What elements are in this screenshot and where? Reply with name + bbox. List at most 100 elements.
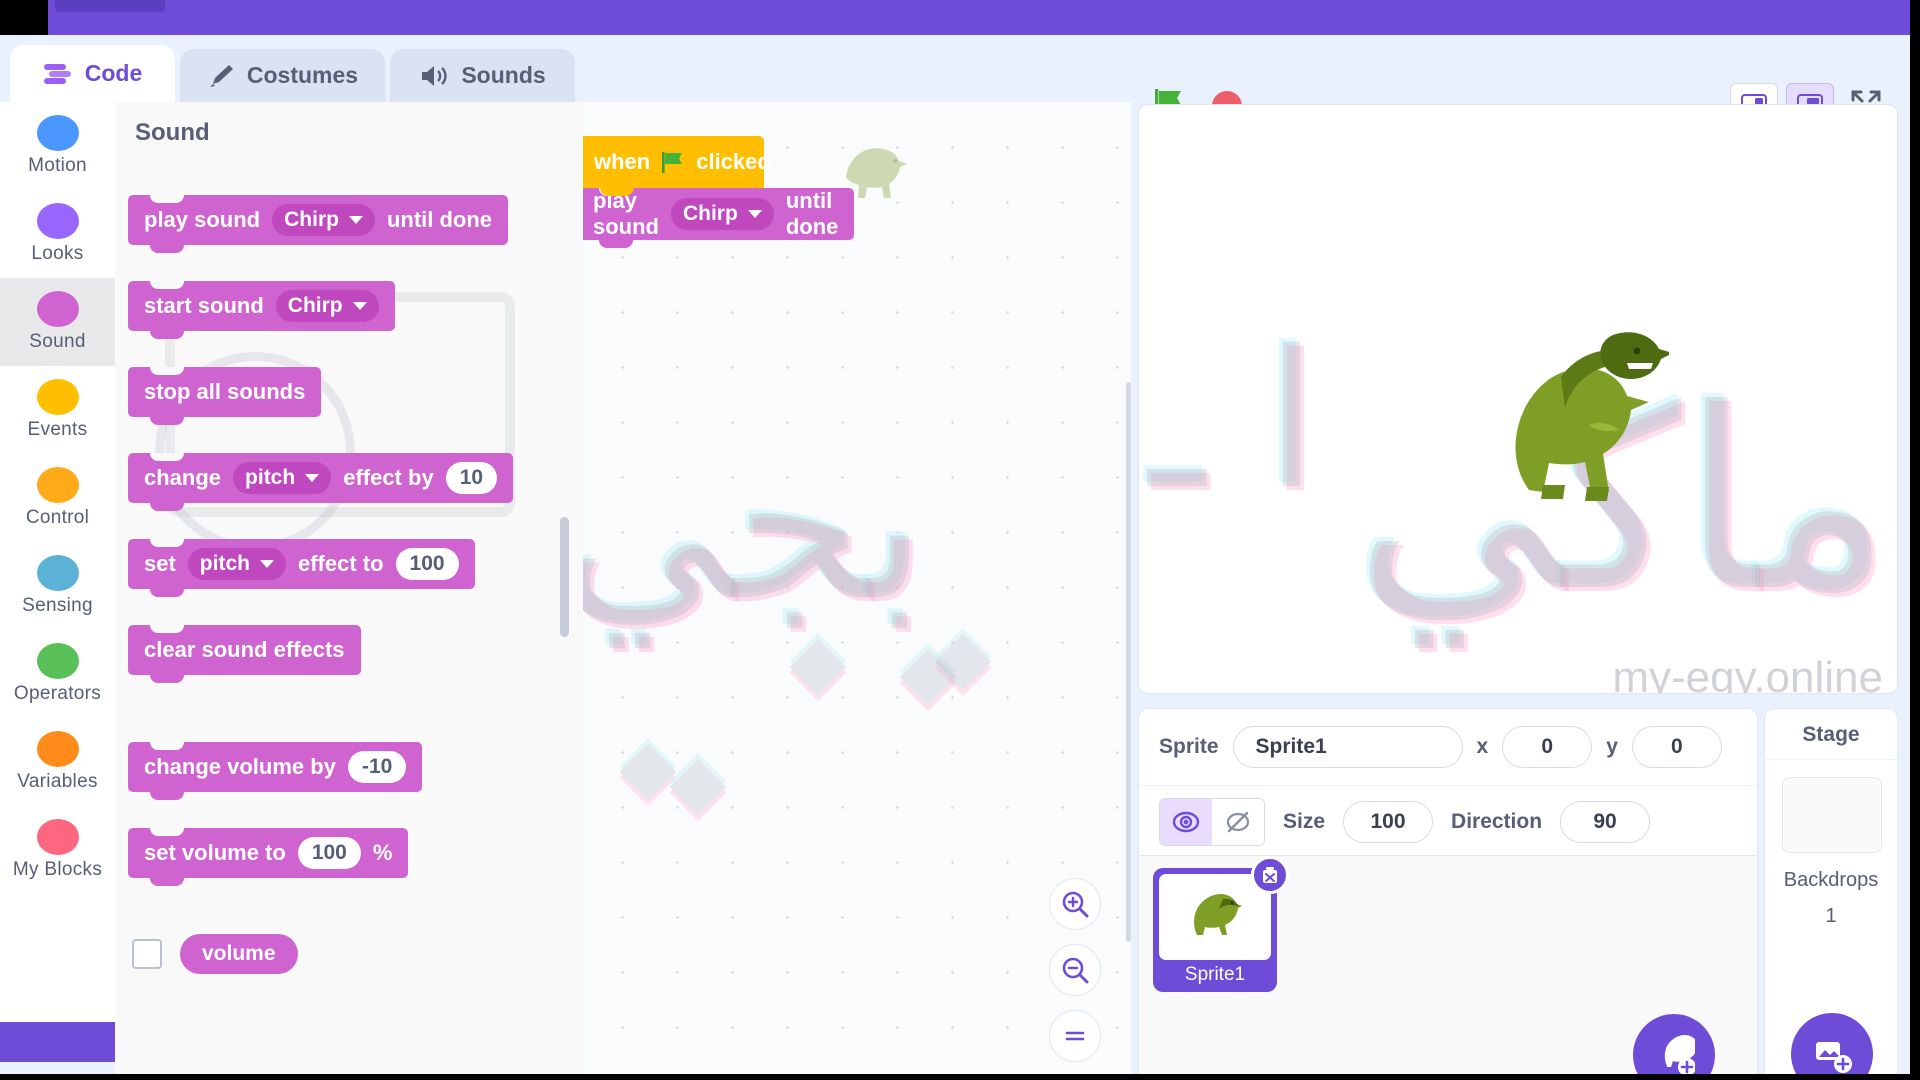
block-text-post: % bbox=[372, 840, 393, 865]
screen-edge-right bbox=[1910, 0, 1920, 1080]
add-sprite-button[interactable] bbox=[1633, 1014, 1715, 1080]
sprite-list-panel: Sprite1 bbox=[1138, 856, 1758, 1080]
direction-label: Direction bbox=[1451, 809, 1543, 833]
hide-sprite-button[interactable] bbox=[1212, 798, 1264, 845]
sprite-info-panel: Sprite Sprite1 x 0 y 0 Size 100 Directio… bbox=[1138, 708, 1758, 856]
sprite-direction-input[interactable]: 90 bbox=[1560, 800, 1651, 843]
watermark-diamond bbox=[789, 638, 847, 696]
dropdown-value: Chirp bbox=[287, 294, 343, 317]
effect-dropdown[interactable]: pitch bbox=[187, 548, 286, 580]
sound-color-dot bbox=[36, 291, 79, 327]
number-input[interactable]: 100 bbox=[395, 548, 459, 580]
dropdown-value: Chirp bbox=[682, 202, 738, 225]
sidebar-item-sensing[interactable]: Sensing bbox=[0, 542, 115, 630]
stage-area[interactable]: ا ـ ماكي my-egy.online bbox=[1138, 104, 1898, 694]
watermark-arabic-left: بجي bbox=[583, 402, 928, 647]
block-volume-reporter[interactable]: volume bbox=[180, 934, 298, 974]
sidebar-item-label: Sound bbox=[29, 331, 86, 352]
watermark-diamond bbox=[669, 758, 727, 816]
sound-dropdown[interactable]: Chirp bbox=[272, 204, 375, 236]
block-clear-sound-effects[interactable]: clear sound effects bbox=[128, 625, 361, 683]
sensing-color-dot bbox=[36, 555, 79, 591]
number-input[interactable]: 100 bbox=[297, 837, 361, 869]
divider bbox=[1765, 759, 1897, 760]
green-flag-icon bbox=[660, 150, 686, 174]
sidebar-item-events[interactable]: Events bbox=[0, 366, 115, 454]
dropdown-value: Chirp bbox=[284, 208, 339, 231]
sprite-size-input[interactable]: 100 bbox=[1343, 800, 1434, 843]
block-change-volume-by[interactable]: change volume by -10 bbox=[128, 742, 423, 800]
chevron-down-icon bbox=[259, 560, 274, 568]
block-set-volume-to[interactable]: set volume to 100 % bbox=[128, 828, 409, 886]
sound-dropdown[interactable]: Chirp bbox=[275, 290, 379, 322]
screen-edge-left bbox=[0, 0, 48, 35]
delete-sprite-badge[interactable] bbox=[1251, 856, 1289, 894]
number-input[interactable]: -10 bbox=[347, 751, 407, 783]
size-label: Size bbox=[1283, 809, 1326, 833]
speaker-icon bbox=[419, 63, 449, 89]
sidebar-item-label: My Blocks bbox=[12, 859, 103, 880]
tab-costumes[interactable]: Costumes bbox=[180, 49, 385, 102]
watermark-site-text: my-egy.online bbox=[1612, 653, 1883, 694]
sidebar-item-sound[interactable]: Sound bbox=[0, 278, 115, 366]
sidebar-item-operators[interactable]: Operators bbox=[0, 630, 115, 718]
volume-monitor-checkbox[interactable] bbox=[132, 939, 162, 969]
sidebar-item-label: Events bbox=[27, 419, 88, 440]
code-workspace[interactable]: when clicked play sound Chirp until done bbox=[583, 102, 1131, 1080]
block-play-sound-until-done[interactable]: play sound Chirp until done bbox=[128, 195, 509, 253]
sidebar-item-control[interactable]: Control bbox=[0, 454, 115, 542]
workspace-zoom-controls bbox=[1049, 864, 1101, 1062]
zoom-in-button[interactable] bbox=[1049, 878, 1101, 930]
sound-dropdown[interactable]: Chirp bbox=[670, 198, 774, 230]
hat-notch bbox=[600, 187, 634, 196]
my-blocks-color-dot bbox=[36, 819, 79, 855]
number-input[interactable]: 10 bbox=[445, 462, 498, 494]
editor-tab-strip: Code Costumes Sounds bbox=[0, 35, 1920, 127]
sidebar-item-looks[interactable]: Looks bbox=[0, 190, 115, 278]
block-category-sidebar: Motion Looks Sound Events Control Sensin… bbox=[0, 102, 115, 1062]
block-stop-all-sounds[interactable]: stop all sounds bbox=[128, 367, 322, 425]
tab-code[interactable]: Code bbox=[10, 45, 175, 102]
sprite-name-input[interactable]: Sprite1 bbox=[1232, 726, 1463, 768]
sidebar-item-variables[interactable]: Variables bbox=[0, 718, 115, 806]
block-set-effect-to[interactable]: set pitch effect to 100 bbox=[128, 539, 475, 597]
menu-bar bbox=[0, 0, 1920, 35]
sprite-visibility-row: Size 100 Direction 90 bbox=[1139, 785, 1757, 857]
block-text-post: clicked bbox=[696, 149, 771, 174]
sidebar-item-my-blocks[interactable]: My Blocks bbox=[0, 806, 115, 894]
backdrops-label: Backdrops bbox=[1783, 869, 1879, 891]
palette-heading-sound: Sound bbox=[135, 119, 210, 146]
tab-sounds-label: Sounds bbox=[461, 62, 546, 88]
zoom-out-button[interactable] bbox=[1049, 944, 1101, 996]
chevron-down-icon bbox=[352, 302, 367, 310]
dropdown-value: pitch bbox=[199, 552, 250, 575]
show-sprite-button[interactable] bbox=[1160, 798, 1212, 845]
palette-scrollbar-thumb[interactable] bbox=[560, 517, 569, 637]
block-text-pre: change volume by bbox=[144, 754, 336, 779]
watermark-diamond bbox=[934, 633, 992, 691]
block-change-effect-by[interactable]: change pitch effect by 10 bbox=[128, 453, 514, 511]
looks-color-dot bbox=[36, 203, 79, 239]
backdrop-thumbnail[interactable] bbox=[1782, 777, 1882, 853]
add-backdrop-button[interactable] bbox=[1791, 1013, 1873, 1080]
block-text-pre: change bbox=[144, 465, 222, 490]
y-label: y bbox=[1606, 735, 1618, 758]
block-palette[interactable]: Sound play sound Chirp until done start … bbox=[115, 102, 583, 1080]
variables-color-dot bbox=[36, 731, 79, 767]
sidebar-item-label: Motion bbox=[28, 155, 87, 176]
effect-dropdown[interactable]: pitch bbox=[233, 462, 332, 494]
motion-color-dot bbox=[36, 115, 79, 151]
block-text-pre: clear sound effects bbox=[144, 637, 345, 662]
sprite-list-item[interactable]: Sprite1 bbox=[1153, 856, 1289, 992]
block-text-post: effect to bbox=[297, 551, 384, 576]
tab-code-label: Code bbox=[84, 60, 143, 86]
tab-sounds[interactable]: Sounds bbox=[390, 49, 575, 102]
block-when-flag-clicked[interactable]: when clicked bbox=[583, 136, 771, 196]
sprite-y-input[interactable]: 0 bbox=[1631, 726, 1722, 768]
screen-edge-bottom bbox=[0, 1074, 1920, 1080]
block-start-sound[interactable]: start sound Chirp bbox=[128, 281, 395, 339]
zoom-reset-button[interactable] bbox=[1049, 1010, 1101, 1062]
stage-sprite-dinosaur[interactable] bbox=[1469, 275, 1673, 520]
sidebar-item-motion[interactable]: Motion bbox=[0, 102, 115, 190]
sprite-x-input[interactable]: 0 bbox=[1502, 726, 1593, 768]
